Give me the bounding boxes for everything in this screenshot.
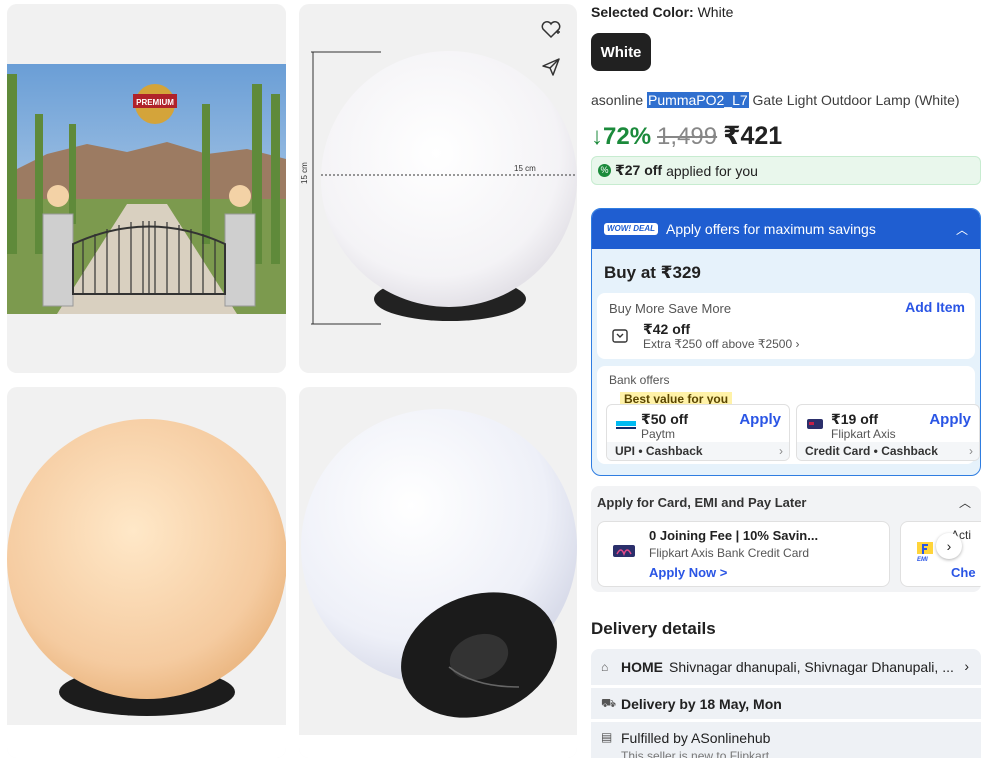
product-page: PREMIUM 15 cm 15 cm Selected Color: Whit…: [0, 0, 990, 758]
bank-offer-flipkart-axis[interactable]: ₹19 off Flipkart Axis Apply Credit Card …: [796, 404, 980, 461]
bank-offer-amount: ₹50 off: [641, 411, 689, 427]
mrp-price: 1,499: [657, 123, 718, 150]
truck-icon: ⛟: [601, 695, 617, 710]
bank-offer-footer: UPI • Cashback ›: [607, 442, 789, 460]
selected-color-value: White: [697, 4, 734, 20]
color-swatch-white[interactable]: White: [591, 33, 651, 71]
apply-button[interactable]: Apply: [739, 411, 781, 428]
offers-panel: WOW! DEAL Apply offers for maximum savin…: [591, 208, 981, 476]
premium-badge: PREMIUM: [136, 98, 174, 107]
delivery-address-row[interactable]: ⌂ HOME Shivnagar dhanupali, Shivnagar Dh…: [591, 649, 981, 685]
bank-offer-amount: ₹19 off: [831, 411, 879, 427]
chevron-up-icon[interactable]: ︿: [956, 221, 968, 238]
apply-now-link[interactable]: Apply Now >: [649, 565, 727, 580]
paytm-logo-icon: [615, 417, 637, 431]
delivery-date-row: ⛟ Delivery by 18 May, Mon: [591, 688, 981, 719]
bank-offers-card: Bank offers Best value for you ₹50 off P…: [597, 366, 980, 464]
offers-header-text: Apply offers for maximum savings: [666, 221, 876, 237]
gallery-image-warm-light[interactable]: [7, 387, 286, 758]
bank-offer-via: Flipkart Axis: [831, 427, 896, 441]
applied-discount-banner: % ₹27 off applied for you: [591, 156, 981, 185]
bank-offer-via: Paytm: [641, 427, 676, 441]
selling-price: ₹421: [723, 122, 783, 150]
width-dimension: 15 cm: [514, 164, 536, 173]
store-icon: ▤: [601, 730, 613, 744]
offers-header[interactable]: WOW! DEAL Apply offers for maximum savin…: [592, 209, 980, 249]
add-item-button[interactable]: Add Item: [905, 299, 965, 315]
bank-offer-type: UPI • Cashback: [615, 444, 703, 458]
chevron-right-icon: ›: [969, 444, 973, 458]
cart-tag-icon: [612, 329, 628, 343]
product-title: asonline PummaPO2_L7 Gate Light Outdoor …: [591, 92, 960, 108]
buy-more-save-more-card: Buy More Save More Add Item ₹42 off Extr…: [597, 293, 975, 359]
fulfilled-by-row: ▤ Fulfilled by ASonlinehub This seller i…: [591, 722, 981, 758]
height-dimension: 15 cm: [300, 162, 309, 184]
wishlist-heart-icon[interactable]: [537, 16, 565, 44]
chevron-right-icon: ›: [779, 444, 783, 458]
bank-offer-footer: Credit Card • Cashback ›: [797, 442, 979, 460]
gallery-image-dimensions[interactable]: 15 cm 15 cm: [299, 4, 577, 373]
emi-card-subtitle: Flipkart Axis Bank Credit Card: [649, 546, 810, 560]
selected-color-label: Selected Color:: [591, 4, 694, 20]
gallery-image-gate[interactable]: PREMIUM: [7, 4, 286, 373]
applied-amount: ₹27 off: [615, 162, 663, 178]
product-model-highlight: PummaPO2_L7: [647, 92, 749, 108]
bmsm-label: Buy More Save More: [609, 301, 732, 316]
selected-color: Selected Color: White: [591, 4, 733, 20]
chevron-up-icon[interactable]: ︿: [959, 494, 971, 511]
share-icon[interactable]: [537, 53, 565, 81]
seller-note: This seller is new to Flipkart: [621, 749, 770, 758]
address-text: Shivnagar dhanupali, Shivnagar Dhanupali…: [669, 659, 954, 675]
emi-card-axis[interactable]: 0 Joining Fee | 10% Savin... Flipkart Ax…: [597, 521, 890, 587]
chevron-right-icon: ›: [964, 658, 969, 674]
fulfilled-by: Fulfilled by ASonlinehub: [621, 730, 771, 746]
axis-card-logo-icon: [807, 419, 823, 429]
check-link[interactable]: Che: [951, 565, 976, 580]
bank-offer-paytm[interactable]: ₹50 off Paytm Apply UPI • Cashback ›: [606, 404, 790, 461]
bank-offer-type: Credit Card • Cashback: [805, 444, 938, 458]
discount-percent: ↓72%: [591, 123, 652, 150]
bmsm-extra[interactable]: Extra ₹250 off above ₹2500 ›: [643, 337, 799, 351]
address-type: HOME: [621, 659, 663, 675]
axis-card-logo-icon: [613, 545, 635, 557]
delivery-title: Delivery details: [591, 619, 716, 638]
home-icon: ⌂: [601, 660, 609, 674]
flipkart-emi-logo-icon: EMI: [917, 542, 933, 562]
product-name: Gate Light Outdoor Lamp (White): [748, 92, 960, 108]
bmsm-off: ₹42 off: [643, 321, 691, 337]
svg-text:EMI: EMI: [917, 557, 928, 562]
emi-header: Apply for Card, EMI and Pay Later: [597, 495, 807, 510]
bank-offers-label: Bank offers: [609, 373, 670, 387]
apply-button[interactable]: Apply: [929, 411, 971, 428]
carousel-next-icon[interactable]: ›: [936, 533, 962, 559]
applied-text: applied for you: [666, 162, 758, 179]
emi-card-title: 0 Joining Fee | 10% Savin...: [649, 528, 819, 543]
buy-at-price: Buy at ₹329: [604, 263, 701, 282]
emi-section: Apply for Card, EMI and Pay Later ︿ 0 Jo…: [591, 486, 981, 592]
price-row: ↓72% 1,499 ₹421: [591, 121, 782, 151]
product-brand: asonline: [591, 92, 648, 108]
discount-check-icon: %: [598, 164, 611, 177]
delivery-date: Delivery by 18 May, Mon: [621, 695, 782, 712]
gallery-image-base-view[interactable]: [299, 387, 577, 758]
wow-deal-badge: WOW! DEAL: [604, 223, 658, 235]
